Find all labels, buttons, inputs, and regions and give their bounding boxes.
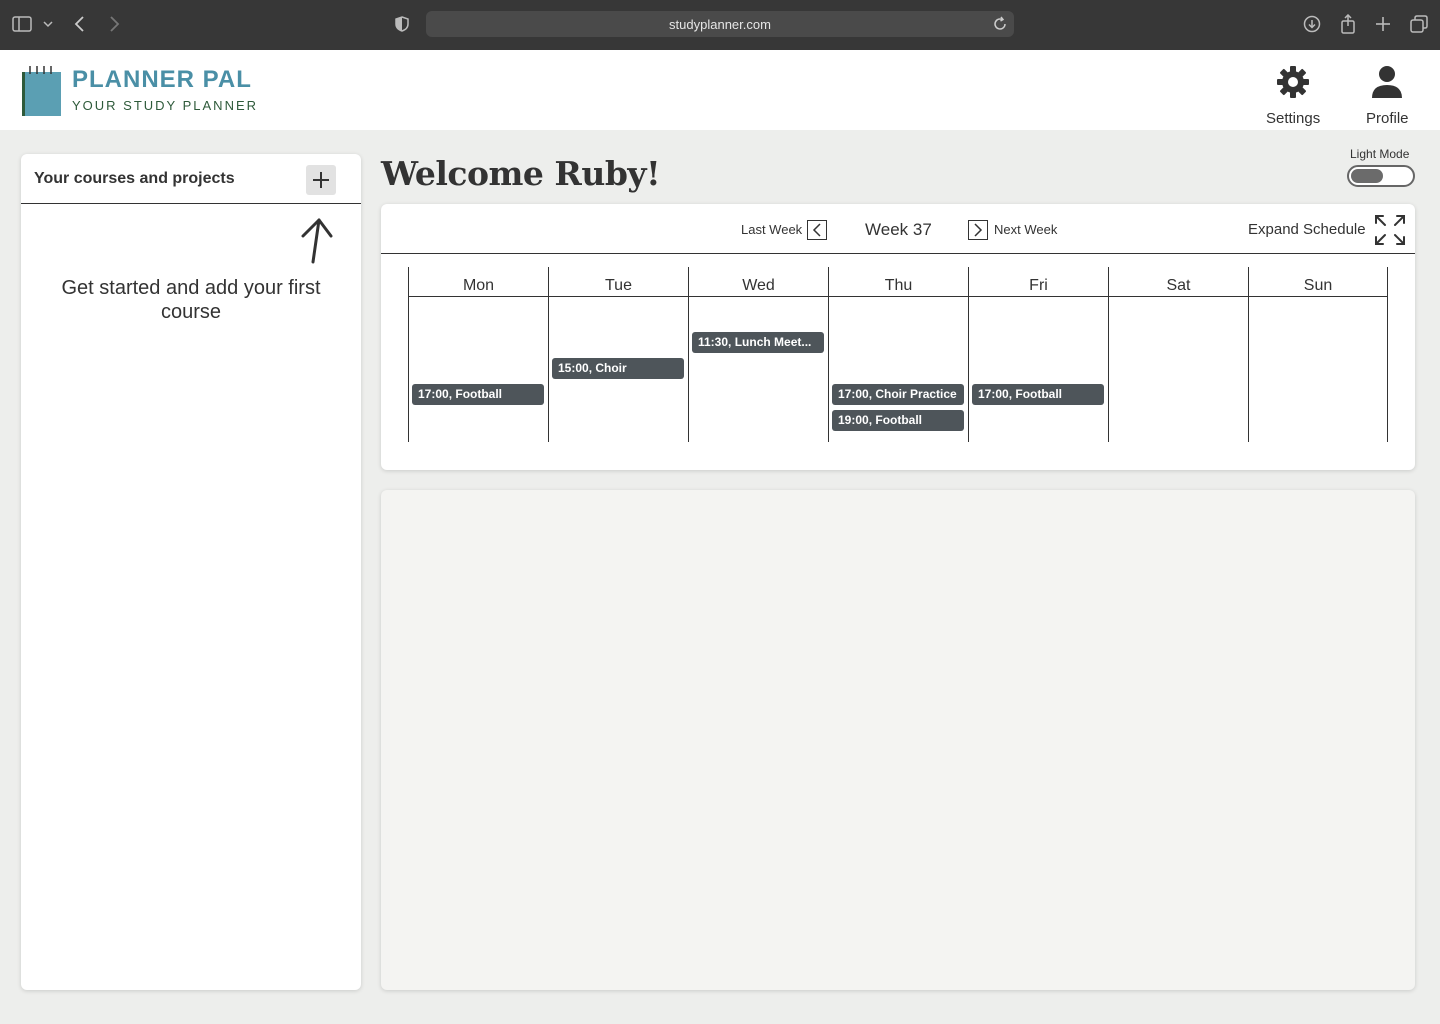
- day-column-sun: Sun: [1248, 267, 1388, 442]
- browser-toolbar: studyplanner.com: [0, 0, 1440, 50]
- week-label: Week 37: [865, 220, 932, 239]
- mode-label: Light Mode: [1350, 147, 1410, 161]
- event-thu-choir-practice[interactable]: 17:00, Choir Practice: [832, 384, 964, 405]
- reload-icon[interactable]: [992, 16, 1008, 32]
- privacy-shield-icon[interactable]: [390, 12, 414, 36]
- content-area: [381, 490, 1415, 990]
- gear-icon: [1277, 66, 1310, 98]
- day-column-wed: Wed 11:30, Lunch Meet...: [688, 267, 828, 442]
- chevron-down-icon[interactable]: [36, 12, 60, 36]
- day-column-mon: Mon 17:00, Football: [408, 267, 548, 442]
- event-tue-choir[interactable]: 15:00, Choir: [552, 358, 684, 379]
- empty-state-message: Get started and add your first course: [61, 277, 321, 323]
- share-icon[interactable]: [1336, 12, 1360, 36]
- profile-button[interactable]: Profile: [1366, 64, 1409, 127]
- expand-schedule-label[interactable]: Expand Schedule: [1248, 221, 1366, 238]
- courses-panel: Your courses and projects Get started an…: [21, 154, 361, 990]
- user-icon: [1372, 66, 1403, 98]
- url-text: studyplanner.com: [669, 16, 771, 32]
- add-course-button[interactable]: [306, 165, 336, 195]
- toggle-knob: [1351, 169, 1383, 183]
- day-column-tue: Tue 15:00, Choir: [548, 267, 688, 442]
- brand-name: PLANNER PAL: [72, 66, 252, 93]
- new-tab-icon[interactable]: [1371, 12, 1395, 36]
- forward-icon[interactable]: [102, 12, 126, 36]
- settings-button[interactable]: Settings: [1266, 64, 1320, 127]
- courses-panel-title: Your courses and projects: [34, 169, 235, 187]
- event-thu-football[interactable]: 19:00, Football: [832, 410, 964, 431]
- chevron-right-icon: [974, 223, 983, 237]
- day-header: Tue: [549, 267, 688, 297]
- profile-label: Profile: [1366, 110, 1409, 127]
- day-column-sat: Sat: [1108, 267, 1248, 442]
- event-wed-lunch-meeting[interactable]: 11:30, Lunch Meet...: [692, 332, 824, 353]
- prev-week-button[interactable]: [807, 220, 827, 240]
- settings-label: Settings: [1266, 110, 1321, 127]
- next-week-label[interactable]: Next Week: [994, 222, 1057, 237]
- expand-icon[interactable]: [1373, 213, 1407, 247]
- light-mode-toggle[interactable]: [1347, 165, 1415, 187]
- sidebar-toggle-icon[interactable]: [10, 12, 34, 36]
- address-bar[interactable]: studyplanner.com: [426, 11, 1014, 37]
- tab-overview-icon[interactable]: [1407, 12, 1431, 36]
- back-icon[interactable]: [68, 12, 92, 36]
- day-header: Thu: [829, 267, 968, 297]
- chevron-left-icon: [812, 223, 821, 237]
- schedule-toolbar: Last Week Week 37 Next Week Expand Sched…: [381, 204, 1415, 254]
- last-week-label[interactable]: Last Week: [741, 222, 802, 237]
- day-header: Fri: [969, 267, 1108, 297]
- downloads-icon[interactable]: [1300, 12, 1324, 36]
- day-header: Sun: [1249, 267, 1387, 297]
- event-fri-football[interactable]: 17:00, Football: [972, 384, 1104, 405]
- brand-tagline: YOUR STUDY PLANNER: [72, 98, 259, 113]
- day-header: Wed: [689, 267, 828, 297]
- notepad-logo-icon: [22, 66, 61, 116]
- event-mon-football[interactable]: 17:00, Football: [412, 384, 544, 405]
- day-header: Sat: [1109, 267, 1248, 297]
- next-week-button[interactable]: [968, 220, 988, 240]
- day-header: Mon: [409, 267, 548, 297]
- arrow-up-icon: [301, 218, 333, 264]
- plus-icon: [313, 172, 329, 188]
- day-column-fri: Fri 17:00, Football: [968, 267, 1108, 442]
- welcome-heading: Welcome Ruby!: [381, 154, 661, 193]
- day-column-thu: Thu 17:00, Choir Practice 19:00, Footbal…: [828, 267, 968, 442]
- app-header: PLANNER PAL YOUR STUDY PLANNER Settings …: [0, 50, 1440, 130]
- weekly-schedule: Last Week Week 37 Next Week Expand Sched…: [381, 204, 1415, 470]
